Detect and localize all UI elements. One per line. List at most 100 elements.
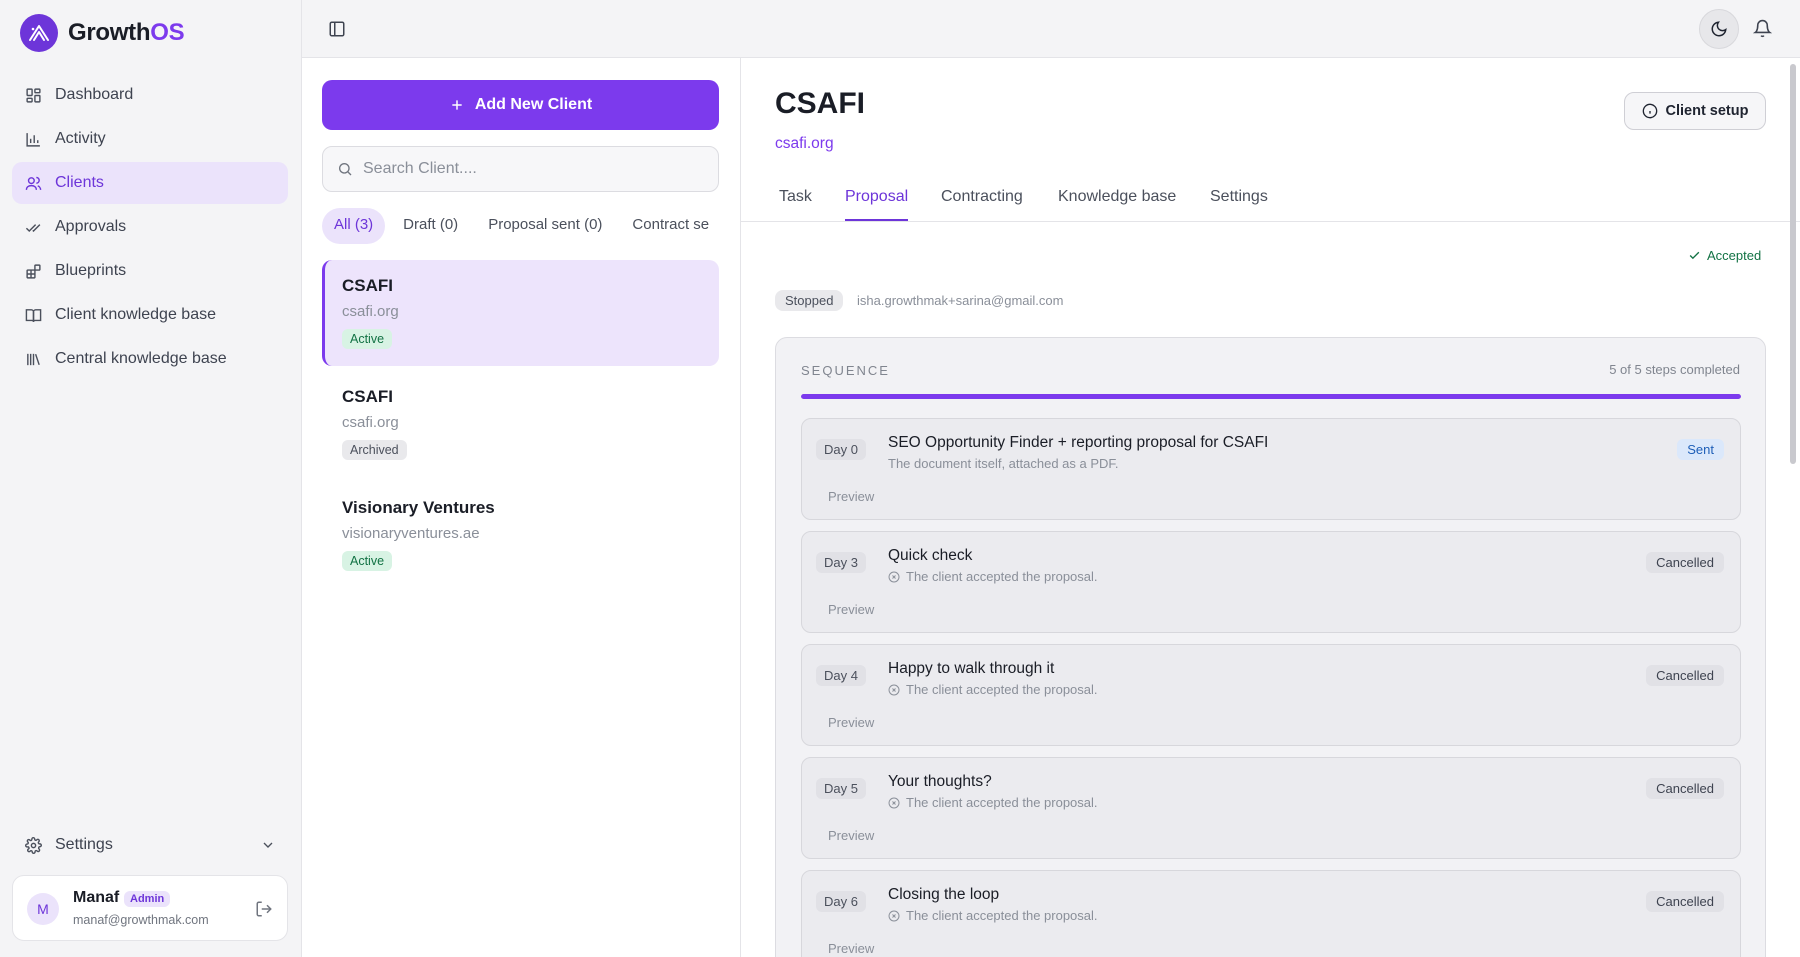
sidebar-item-label: Client knowledge base: [55, 306, 216, 323]
tab-task[interactable]: Task: [779, 188, 812, 219]
filter-proposal-sent[interactable]: Proposal sent (0): [476, 208, 614, 244]
filter-contract-sent[interactable]: Contract se: [620, 208, 719, 244]
step-subtitle-text: The client accepted the proposal.: [906, 908, 1098, 923]
step-subtitle: The client accepted the proposal.: [888, 795, 1098, 810]
client-card[interactable]: CSAFI csafi.org Archived: [322, 371, 719, 477]
filter-draft[interactable]: Draft (0): [391, 208, 470, 244]
tab-proposal[interactable]: Proposal: [845, 188, 909, 221]
step-title: Quick check: [888, 547, 973, 564]
client-domain: csafi.org: [342, 414, 399, 431]
status-badge: Active: [342, 551, 393, 571]
client-card[interactable]: CSAFI csafi.org Active: [322, 260, 719, 366]
sidebar-item-blueprints[interactable]: Blueprints: [12, 250, 288, 292]
sequence-progress-fill: [801, 394, 1741, 399]
step-subtitle-text: The client accepted the proposal.: [906, 682, 1098, 697]
step-title: Closing the loop: [888, 886, 1000, 903]
sequence-progress-text: 5 of 5 steps completed: [1609, 362, 1740, 377]
tab-knowledge-base[interactable]: Knowledge base: [1058, 188, 1176, 219]
gear-icon: [25, 836, 42, 854]
step-title: Happy to walk through it: [888, 660, 1055, 677]
settings-menu[interactable]: Settings: [12, 824, 288, 866]
sidebar-item-label: Dashboard: [55, 86, 134, 103]
page-title: CSAFI: [775, 87, 865, 120]
tab-contracting[interactable]: Contracting: [941, 188, 1023, 219]
step-day: Day 6: [816, 891, 866, 912]
sidebar-toggle-icon[interactable]: [328, 20, 346, 38]
status-filter-tabs: All (3) Draft (0) Proposal sent (0) Cont…: [322, 208, 719, 244]
logout-icon[interactable]: [255, 900, 273, 918]
tab-settings[interactable]: Settings: [1210, 188, 1268, 219]
client-card[interactable]: Visionary Ventures visionaryventures.ae …: [322, 482, 719, 588]
sidebar-item-clients[interactable]: Clients: [12, 162, 288, 204]
sequence-step: Day 0 SEO Opportunity Finder + reporting…: [801, 418, 1741, 520]
step-preview-link[interactable]: Preview: [828, 602, 874, 617]
client-list-panel: Add New Client All (3) Draft (0) Proposa…: [302, 58, 741, 957]
step-subtitle: The client accepted the proposal.: [888, 682, 1098, 697]
filter-all[interactable]: All (3): [322, 208, 386, 244]
sidebar-item-client-knowledge-base[interactable]: Client knowledge base: [12, 294, 288, 336]
sidebar-item-central-knowledge-base[interactable]: Central knowledge base: [12, 338, 288, 380]
logo-mark-icon: [20, 14, 58, 52]
step-status-badge: Cancelled: [1646, 778, 1724, 799]
accepted-status: Accepted: [1688, 248, 1761, 263]
step-preview-link[interactable]: Preview: [828, 828, 874, 843]
client-setup-button[interactable]: Client setup: [1624, 92, 1766, 130]
client-detail-panel: CSAFI csafi.org Client setup Task Propos…: [741, 58, 1800, 957]
sidebar-item-label: Approvals: [55, 218, 127, 235]
step-subtitle: The document itself, attached as a PDF.: [888, 456, 1119, 471]
avatar: M: [27, 893, 59, 925]
sidebar-item-label: Central knowledge base: [55, 350, 227, 367]
sequence-step: Day 4 Happy to walk through it The clien…: [801, 644, 1741, 746]
sequence-heading: SEQUENCE: [801, 363, 890, 378]
step-subtitle: The client accepted the proposal.: [888, 908, 1098, 923]
sidebar-item-label: Blueprints: [55, 262, 127, 279]
bell-icon[interactable]: [1753, 19, 1772, 38]
sidebar-item-label: Clients: [55, 174, 104, 191]
client-setup-label: Client setup: [1665, 103, 1749, 119]
step-subtitle-text: The document itself, attached as a PDF.: [888, 456, 1119, 471]
step-title: SEO Opportunity Finder + reporting propo…: [888, 434, 1269, 451]
client-domain: visionaryventures.ae: [342, 525, 480, 542]
search-input[interactable]: [363, 160, 703, 178]
theme-toggle-button[interactable]: [1699, 9, 1739, 49]
logo[interactable]: GrowthOS: [20, 14, 185, 52]
detail-tabs: Task Proposal Contracting Knowledge base…: [741, 176, 1800, 222]
step-subtitle-text: The client accepted the proposal.: [906, 795, 1098, 810]
scrollbar[interactable]: [1790, 64, 1796, 464]
settings-label: Settings: [55, 836, 113, 853]
sequence-step: Day 6 Closing the loop The client accept…: [801, 870, 1741, 957]
chevron-down-icon: [263, 842, 273, 848]
main-nav: Dashboard Activity Clients Approvals Blu…: [12, 74, 288, 382]
check-check-icon: [25, 223, 41, 232]
book-open-icon: [25, 308, 42, 322]
users-icon: [25, 176, 42, 190]
step-status-badge: Cancelled: [1646, 552, 1724, 573]
info-icon: [1642, 103, 1657, 119]
sequence-state-badge: Stopped: [775, 290, 844, 311]
contact-email: isha.growthmak+sarina@gmail.com: [857, 293, 1064, 308]
status-badge: Archived: [342, 440, 407, 460]
brand-name: GrowthOS: [68, 19, 185, 46]
search-icon: [339, 163, 352, 176]
sidebar-item-activity[interactable]: Activity: [12, 118, 288, 160]
search-box: [322, 146, 719, 192]
step-day: Day 0: [816, 439, 866, 460]
client-domain: csafi.org: [342, 303, 399, 320]
add-new-client-button[interactable]: Add New Client: [322, 80, 719, 130]
check-icon: [1689, 251, 1700, 260]
step-day: Day 5: [816, 778, 866, 799]
step-subtitle-text: The client accepted the proposal.: [906, 569, 1098, 584]
status-badge: Active: [342, 329, 393, 349]
sidebar-item-dashboard[interactable]: Dashboard: [12, 74, 288, 116]
step-preview-link[interactable]: Preview: [828, 715, 874, 730]
dashboard-icon: [26, 87, 41, 103]
step-preview-link[interactable]: Preview: [828, 489, 874, 504]
step-preview-link[interactable]: Preview: [828, 941, 874, 956]
step-status-badge: Sent: [1677, 439, 1724, 460]
sidebar-item-approvals[interactable]: Approvals: [12, 206, 288, 248]
step-subtitle: The client accepted the proposal.: [888, 569, 1098, 584]
circle-x-icon: [888, 571, 900, 582]
client-website-link[interactable]: csafi.org: [775, 135, 834, 153]
user-email: manaf@growthmak.com: [73, 913, 209, 927]
circle-x-icon: [888, 684, 900, 695]
